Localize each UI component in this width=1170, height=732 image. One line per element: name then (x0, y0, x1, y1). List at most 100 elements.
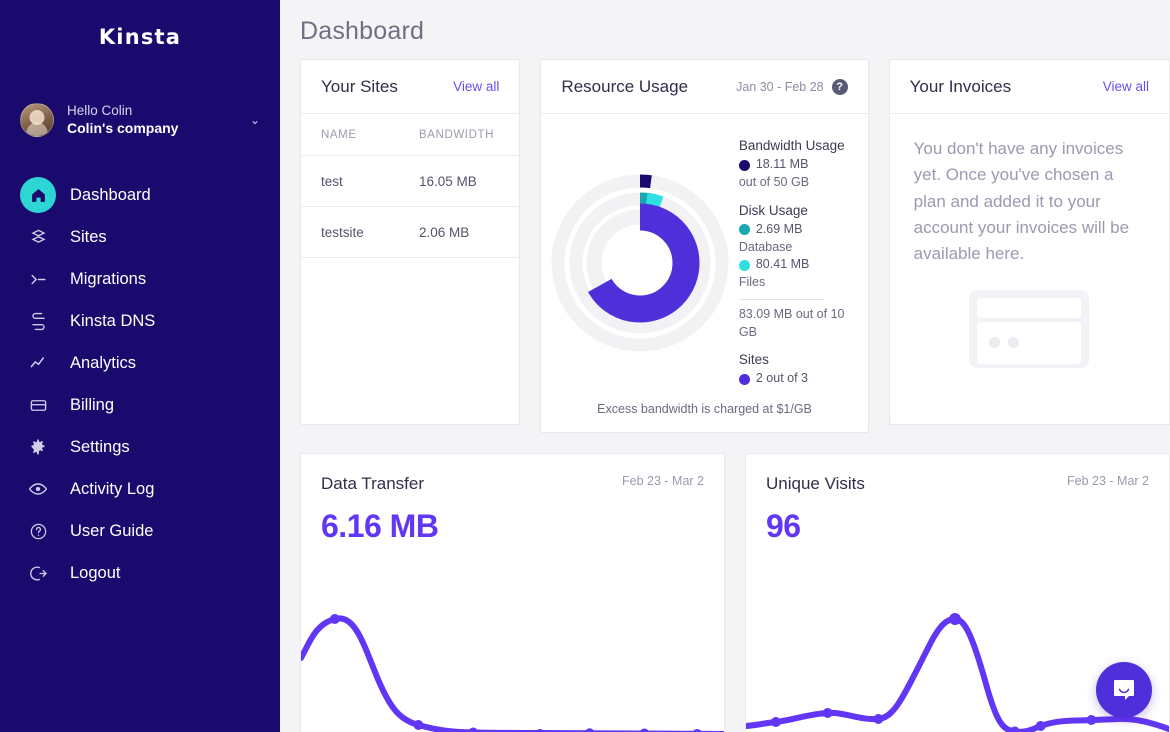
sidebar-nav: Dashboard Sites Migrations (0, 174, 280, 594)
card-dot (989, 337, 1000, 348)
question-circle-icon (20, 513, 56, 549)
legend-group-sites: Sites 2 out of 3 (739, 350, 856, 388)
legend-database-value: 2.69 MB (756, 221, 803, 239)
legend-sites-label: Sites (739, 350, 856, 369)
sidebar-item-logout[interactable]: Logout (0, 552, 280, 594)
sidebar-item-label: Billing (70, 396, 114, 415)
migrations-icon (20, 261, 56, 297)
main-content: Dashboard Your Sites View all NAME BANDW… (280, 0, 1170, 732)
resource-usage-title: Resource Usage (561, 77, 688, 97)
credit-card-illustration-icon (969, 290, 1089, 368)
sidebar-item-activity-log[interactable]: Activity Log (0, 468, 280, 510)
sidebar-item-label: User Guide (70, 522, 153, 541)
unique-visits-value: 96 (746, 494, 1169, 545)
eye-icon (20, 471, 56, 507)
gear-icon (20, 429, 56, 465)
table-row[interactable]: testsite 2.06 MB (301, 207, 519, 258)
sidebar-item-label: Migrations (70, 270, 146, 289)
legend-group-bandwidth: Bandwidth Usage 18.11 MB out of 50 GB (739, 136, 856, 192)
data-transfer-date-range: Feb 23 - Mar 2 (622, 474, 704, 488)
sidebar-item-user-guide[interactable]: User Guide (0, 510, 280, 552)
legend-dot-files (739, 260, 750, 271)
unique-visits-title: Unique Visits (766, 474, 865, 494)
legend-dot-bandwidth (739, 160, 750, 171)
resource-usage-footer-note: Excess bandwidth is charged at $1/GB (541, 402, 867, 416)
cards-row-top: Your Sites View all NAME BANDWIDTH test … (280, 46, 1170, 433)
sites-icon (20, 219, 56, 255)
legend-divider (739, 299, 825, 300)
table-row[interactable]: test 16.05 MB (301, 156, 519, 207)
legend-dot-sites (739, 374, 750, 385)
your-invoices-view-all-link[interactable]: View all (1103, 79, 1149, 94)
your-sites-view-all-link[interactable]: View all (453, 79, 499, 94)
card-dot (1008, 337, 1019, 348)
sidebar: Kinsta Hello Colin Colin's company ⌄ Das… (0, 0, 280, 732)
sidebar-item-kinsta-dns[interactable]: Kinsta DNS (0, 300, 280, 342)
cards-row-bottom: Data Transfer Feb 23 - Mar 2 6.16 MB (280, 433, 1170, 732)
invoices-empty-message: You don't have any invoices yet. Once yo… (914, 136, 1145, 268)
kinsta-logo-text: Kinsta (99, 25, 181, 49)
donut-svg (551, 174, 729, 352)
legend-files-value: 80.41 MB (756, 256, 810, 274)
sidebar-item-label: Dashboard (70, 186, 151, 205)
sidebar-item-settings[interactable]: Settings (0, 426, 280, 468)
sidebar-item-label: Activity Log (70, 480, 154, 499)
legend-sites-value: 2 out of 3 (756, 370, 808, 388)
chevron-down-icon[interactable]: ⌄ (244, 113, 260, 127)
kinsta-logo[interactable]: Kinsta (0, 0, 280, 62)
sidebar-item-billing[interactable]: Billing (0, 384, 280, 426)
analytics-icon (20, 345, 56, 381)
your-invoices-title: Your Invoices (910, 77, 1011, 97)
sidebar-item-analytics[interactable]: Analytics (0, 342, 280, 384)
data-transfer-card: Data Transfer Feb 23 - Mar 2 6.16 MB (300, 453, 725, 732)
resource-usage-donut-chart (541, 114, 738, 433)
your-sites-header: Your Sites View all (301, 60, 519, 114)
billing-card-icon (20, 387, 56, 423)
data-transfer-title: Data Transfer (321, 474, 424, 494)
dns-icon (20, 303, 56, 339)
help-icon[interactable]: ? (832, 79, 848, 95)
user-account-switcher[interactable]: Hello Colin Colin's company ⌄ (0, 94, 280, 146)
your-sites-card: Your Sites View all NAME BANDWIDTH test … (300, 59, 520, 425)
legend-dot-database (739, 224, 750, 235)
card-strip (977, 298, 1081, 318)
card-body (977, 322, 1081, 364)
site-bandwidth: 16.05 MB (419, 174, 477, 189)
sidebar-item-dashboard[interactable]: Dashboard (0, 174, 280, 216)
sidebar-item-sites[interactable]: Sites (0, 216, 280, 258)
resource-usage-header: Resource Usage Jan 30 - Feb 28 ? (541, 60, 867, 114)
chat-bubble-icon (1110, 676, 1138, 704)
site-bandwidth: 2.06 MB (419, 225, 469, 240)
logout-icon (20, 555, 56, 591)
avatar (20, 103, 54, 137)
user-greeting: Hello Colin (67, 102, 178, 119)
data-transfer-value: 6.16 MB (301, 494, 724, 545)
resource-usage-legend: Bandwidth Usage 18.11 MB out of 50 GB Di… (739, 114, 868, 433)
column-header-bandwidth: BANDWIDTH (419, 129, 494, 141)
legend-bandwidth-total: out of 50 GB (739, 174, 856, 192)
legend-files-label: Files (739, 274, 856, 292)
your-sites-title: Your Sites (321, 77, 398, 97)
sidebar-item-label: Settings (70, 438, 130, 457)
legend-disk-label: Disk Usage (739, 201, 856, 220)
resource-usage-card: Resource Usage Jan 30 - Feb 28 ? (540, 59, 868, 433)
sidebar-item-label: Analytics (70, 354, 136, 373)
resource-usage-date-range: Jan 30 - Feb 28 (736, 80, 824, 94)
site-name: testsite (321, 225, 419, 240)
column-header-name: NAME (321, 129, 419, 141)
legend-database-label: Database (739, 239, 856, 257)
sidebar-item-migrations[interactable]: Migrations (0, 258, 280, 300)
sidebar-item-label: Kinsta DNS (70, 312, 155, 331)
data-transfer-sparkline-chart (301, 592, 724, 732)
page-title: Dashboard (280, 0, 1170, 46)
legend-disk-total: 83.09 MB out of 10 GB (739, 306, 856, 342)
sidebar-item-label: Sites (70, 228, 107, 247)
your-sites-table-header: NAME BANDWIDTH (301, 114, 519, 156)
unique-visits-date-range: Feb 23 - Mar 2 (1067, 474, 1149, 488)
home-icon (20, 177, 56, 213)
your-invoices-card: Your Invoices View all You don't have an… (889, 59, 1170, 425)
company-name: Colin's company (67, 120, 178, 138)
legend-group-disk: Disk Usage 2.69 MB Database 80.41 MB Fil… (739, 201, 856, 342)
your-invoices-header: Your Invoices View all (890, 60, 1169, 114)
chat-launcher-button[interactable] (1096, 662, 1152, 718)
